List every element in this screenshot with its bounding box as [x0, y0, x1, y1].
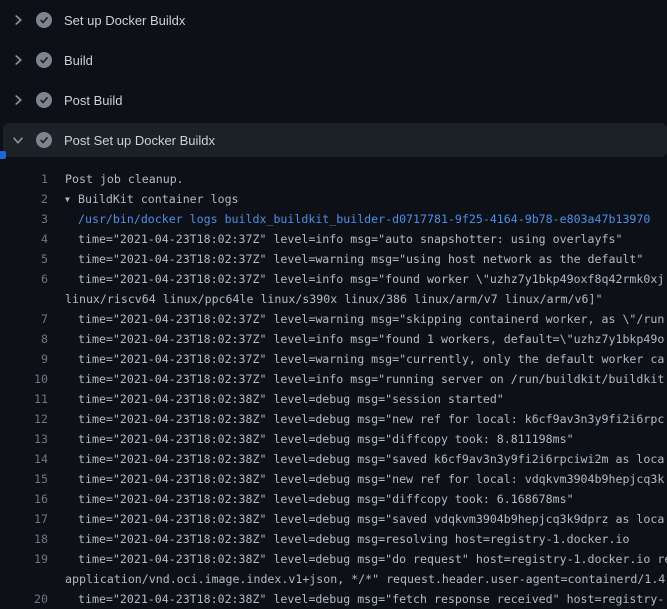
line-number[interactable]: 16 — [0, 489, 48, 509]
log-line: 8 time="2021-04-23T18:02:37Z" level=info … — [0, 329, 667, 349]
chevron-down-icon — [12, 134, 24, 146]
step-label: Set up Docker Buildx — [64, 13, 185, 28]
line-number[interactable]: 14 — [0, 449, 48, 469]
log-text: time="2021-04-23T18:02:38Z" level=debug … — [65, 469, 664, 489]
chevron-right-icon — [12, 94, 24, 106]
command-text: /usr/bin/docker logs buildx_buildkit_bui… — [65, 209, 650, 229]
log-line: 16 time="2021-04-23T18:02:38Z" level=debu… — [0, 489, 667, 509]
log-text: Post job cleanup. — [65, 169, 184, 189]
log-line: 4 time="2021-04-23T18:02:37Z" level=info … — [0, 229, 667, 249]
line-number[interactable]: 1 — [0, 169, 48, 189]
log-text: time="2021-04-23T18:02:38Z" level=debug … — [65, 509, 664, 529]
line-number[interactable]: 18 — [0, 529, 48, 549]
line-number[interactable]: 17 — [0, 509, 48, 529]
log-line: 2 ▼BuildKit container logs — [0, 189, 667, 209]
log-line-continuation: application/vnd.oci.image.index.v1+json,… — [0, 569, 667, 589]
line-number[interactable]: 4 — [0, 229, 48, 249]
line-number — [0, 289, 48, 309]
line-number[interactable]: 13 — [0, 429, 48, 449]
line-number[interactable]: 10 — [0, 369, 48, 389]
log-line: 3/usr/bin/docker logs buildx_buildkit_bu… — [0, 209, 667, 229]
log-text: time="2021-04-23T18:02:37Z" level=warnin… — [65, 309, 664, 329]
step-header-post-set-up-docker-buildx[interactable]: Post Set up Docker Buildx — [3, 123, 667, 157]
focus-ring-fragment — [0, 151, 6, 159]
log-line: 5 time="2021-04-23T18:02:37Z" level=warni… — [0, 249, 667, 269]
log-text: time="2021-04-23T18:02:38Z" level=debug … — [65, 549, 667, 569]
step-list: Set up Docker Buildx Build Post Build Post … — [0, 0, 667, 160]
log-line: 12 time="2021-04-23T18:02:38Z" level=debu… — [0, 409, 667, 429]
check-circle-icon — [36, 132, 52, 148]
step-header-build[interactable]: Build — [0, 40, 667, 80]
log-line: 13 time="2021-04-23T18:02:38Z" level=debu… — [0, 429, 667, 449]
log-line: 6 time="2021-04-23T18:02:37Z" level=info … — [0, 269, 667, 289]
log-line-continuation: linux/riscv64 linux/ppc64le linux/s390x … — [0, 289, 667, 309]
group-collapse-triangle-icon[interactable]: ▼ — [65, 190, 78, 210]
log-text: time="2021-04-23T18:02:38Z" level=debug … — [65, 429, 574, 449]
log-text: time="2021-04-23T18:02:38Z" level=debug … — [65, 449, 664, 469]
log-text: application/vnd.oci.image.index.v1+json,… — [65, 569, 665, 589]
line-number[interactable]: 11 — [0, 389, 48, 409]
log-line: 14 time="2021-04-23T18:02:38Z" level=debu… — [0, 449, 667, 469]
line-number[interactable]: 2 — [0, 189, 48, 209]
log-text: time="2021-04-23T18:02:37Z" level=info m… — [65, 269, 664, 289]
log-text: time="2021-04-23T18:02:38Z" level=debug … — [65, 589, 664, 609]
line-number[interactable]: 9 — [0, 349, 48, 369]
log-text: time="2021-04-23T18:02:37Z" level=warnin… — [65, 249, 643, 269]
step-label: Post Set up Docker Buildx — [64, 133, 215, 148]
log-text: time="2021-04-23T18:02:38Z" level=debug … — [65, 409, 664, 429]
step-header-set-up-docker-buildx[interactable]: Set up Docker Buildx — [0, 0, 667, 40]
check-circle-icon — [36, 52, 52, 68]
group-label: BuildKit container logs — [78, 192, 239, 206]
log-text: time="2021-04-23T18:02:37Z" level=info m… — [65, 329, 664, 349]
step-label: Post Build — [64, 93, 123, 108]
log-line: 11 time="2021-04-23T18:02:38Z" level=debu… — [0, 389, 667, 409]
step-header-post-build[interactable]: Post Build — [0, 80, 667, 120]
line-number[interactable]: 7 — [0, 309, 48, 329]
line-number[interactable]: 8 — [0, 329, 48, 349]
line-number[interactable]: 12 — [0, 409, 48, 429]
log-text: time="2021-04-23T18:02:38Z" level=debug … — [65, 389, 504, 409]
log-line: 1 Post job cleanup. — [0, 169, 667, 189]
line-number[interactable]: 6 — [0, 269, 48, 289]
step-label: Build — [64, 53, 93, 68]
chevron-right-icon — [12, 54, 24, 66]
line-number[interactable]: 15 — [0, 469, 48, 489]
log-text: time="2021-04-23T18:02:38Z" level=debug … — [65, 489, 574, 509]
log-line: 20 time="2021-04-23T18:02:38Z" level=debu… — [0, 589, 667, 609]
log-group-header[interactable]: ▼BuildKit container logs — [65, 189, 239, 209]
log-text: time="2021-04-23T18:02:37Z" level=info m… — [65, 369, 664, 389]
check-circle-icon — [36, 12, 52, 28]
line-number — [0, 569, 48, 589]
log-line: 10 time="2021-04-23T18:02:37Z" level=info… — [0, 369, 667, 389]
log-text: time="2021-04-23T18:02:37Z" level=info m… — [65, 229, 622, 249]
check-circle-icon — [36, 92, 52, 108]
log-line: 15 time="2021-04-23T18:02:38Z" level=debu… — [0, 469, 667, 489]
log-text: time="2021-04-23T18:02:37Z" level=warnin… — [65, 349, 664, 369]
line-number[interactable]: 5 — [0, 249, 48, 269]
log-line: 7 time="2021-04-23T18:02:37Z" level=warni… — [0, 309, 667, 329]
log-line: 19 time="2021-04-23T18:02:38Z" level=debu… — [0, 549, 667, 569]
chevron-right-icon — [12, 14, 24, 26]
log-viewer: 1 Post job cleanup. 2 ▼BuildKit container l… — [0, 160, 667, 609]
log-line: 9 time="2021-04-23T18:02:37Z" level=warni… — [0, 349, 667, 369]
line-number[interactable]: 20 — [0, 589, 48, 609]
line-number[interactable]: 3 — [0, 209, 48, 229]
log-text: linux/riscv64 linux/ppc64le linux/s390x … — [65, 289, 602, 309]
log-text: time="2021-04-23T18:02:38Z" level=debug … — [65, 529, 629, 549]
log-line: 18 time="2021-04-23T18:02:38Z" level=debu… — [0, 529, 667, 549]
line-number[interactable]: 19 — [0, 549, 48, 569]
log-line: 17 time="2021-04-23T18:02:38Z" level=debu… — [0, 509, 667, 529]
